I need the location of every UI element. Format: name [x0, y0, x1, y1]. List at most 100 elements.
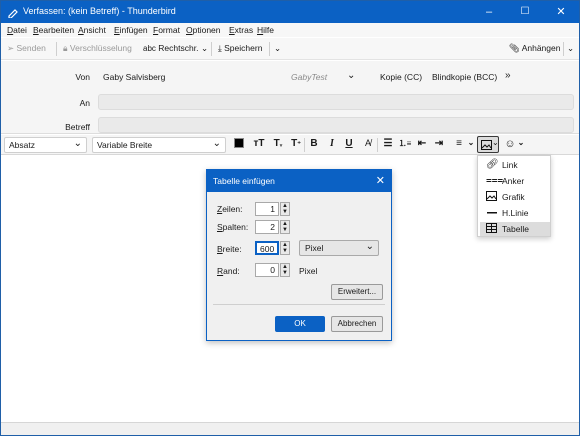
toolbar-divider [304, 138, 305, 152]
save-dropdown[interactable]: ⌄ [274, 43, 281, 54]
send-icon: ➢ [7, 43, 15, 53]
font-select[interactable]: Variable Breite ⌄ [92, 137, 226, 153]
save-button[interactable]: ⤓ Speichern [218, 43, 262, 54]
maximize-button[interactable]: ☐ [507, 1, 543, 23]
status-bar [1, 422, 579, 435]
cc-button[interactable]: Kopie (CC) [380, 72, 422, 82]
address-header: Von Gaby Salvisberg GabyTest ⌄ Kopie (CC… [1, 61, 579, 134]
insert-menu-table[interactable]: Tabelle [480, 222, 550, 236]
text-color-swatch[interactable] [234, 138, 244, 148]
insert-menu-link[interactable]: 🔗︎ Link [480, 158, 550, 172]
rows-input[interactable]: 1 [255, 202, 279, 216]
menu-ansicht[interactable]: Ansicht [78, 25, 106, 35]
chevron-down-icon: ⌄ [274, 43, 282, 53]
rows-stepper[interactable]: ▲ ▼ [280, 202, 290, 216]
menu-optionen[interactable]: Optionen [186, 25, 221, 35]
save-label: Speichern [224, 43, 263, 53]
chevron-down-icon: ⌄ [492, 138, 499, 147]
text-style-icon[interactable]: A̸ [361, 138, 375, 148]
border-unit: Pixel [299, 266, 318, 276]
bcc-button[interactable]: Blindkopie (BCC) [432, 72, 497, 82]
width-stepper[interactable]: ▲ ▼ [280, 241, 290, 255]
chevron-down-icon[interactable]: ⌄ [347, 70, 355, 81]
attach-label: Anhängen [521, 43, 561, 53]
paragraph-select-value: Absatz [9, 140, 35, 150]
insert-menu: 🔗︎ Link ⩶ Anker Grafik H.Linie Tabelle [477, 155, 551, 237]
to-label: An [79, 98, 90, 108]
border-stepper[interactable]: ▲ ▼ [280, 263, 290, 277]
bullet-list-icon[interactable]: ☰ [381, 138, 395, 149]
lock-icon: 🔒︎ [63, 43, 68, 53]
cancel-button[interactable]: Abbrechen [331, 316, 383, 332]
outdent-icon[interactable]: ⇤ [415, 138, 429, 149]
menu-format[interactable]: Format [153, 25, 180, 35]
width-input[interactable]: 600 [255, 241, 279, 255]
insert-menu-anchor-label: Anker [502, 176, 525, 186]
send-button[interactable]: ➢ Senden [7, 43, 46, 54]
minimize-button[interactable]: – [471, 1, 507, 23]
italic-button[interactable]: I [325, 138, 339, 149]
dialog-title: Tabelle einfügen [213, 176, 275, 186]
dialog-divider [213, 304, 385, 305]
close-icon[interactable]: ✕ [376, 174, 385, 187]
font-size-increase-button[interactable]: T⁺ [289, 138, 303, 149]
encryption-button[interactable]: 🔒︎ Verschlüsselung [63, 43, 132, 54]
insert-table-dialog: Tabelle einfügen ✕ Zeilen: 1 ▲ ▼ Spalten:… [206, 169, 392, 341]
to-field[interactable] [98, 94, 574, 110]
chevron-down-icon[interactable]: ⌄ [464, 138, 478, 147]
font-size-decrease-icon[interactable]: тT [252, 138, 266, 149]
more-fields-icon[interactable]: » [505, 70, 511, 81]
send-label: Senden [16, 43, 46, 53]
menu-extras[interactable]: Extras [229, 25, 253, 35]
insert-menu-image-label: Grafik [502, 192, 525, 202]
ok-button[interactable]: OK [275, 316, 325, 332]
spellcheck-icon: abc [143, 44, 156, 53]
toolbar-divider [56, 42, 57, 56]
border-input[interactable]: 0 [255, 263, 279, 277]
cols-label: Spalten: [217, 222, 249, 232]
insert-menu-anchor[interactable]: ⩶ Anker [480, 174, 550, 188]
width-unit-value: Pixel [305, 243, 324, 253]
from-label: Von [75, 72, 90, 82]
menu-einfuegen[interactable]: Einfügen [114, 25, 148, 35]
menu-datei[interactable]: Datei [7, 25, 27, 35]
spelling-button[interactable]: abc Rechtschr. [143, 43, 198, 53]
paragraph-select[interactable]: Absatz ⌄ [4, 137, 87, 153]
chevron-down-icon[interactable]: ⌄ [514, 138, 528, 147]
from-identity[interactable]: GabyTest [291, 72, 327, 82]
compose-toolbar: ➢ Senden 🔒︎ Verschlüsselung abc Rechtsch… [1, 38, 579, 60]
cols-stepper[interactable]: ▲ ▼ [280, 220, 290, 234]
insert-menu-hrule[interactable]: H.Linie [480, 206, 550, 220]
underline-button[interactable]: U [342, 138, 356, 149]
indent-icon[interactable]: ⇥ [432, 138, 446, 149]
spelling-dropdown[interactable]: ⌄ [201, 43, 208, 54]
attach-button[interactable]: 📎︎ Anhängen [509, 43, 560, 54]
insert-menu-image[interactable]: Grafik [480, 190, 550, 204]
cols-input[interactable]: 2 [255, 220, 279, 234]
anchor-icon: ⩶ [486, 175, 504, 186]
font-select-value: Variable Breite [97, 140, 153, 150]
rows-label: Zeilen: [217, 204, 243, 214]
chevron-down-icon: ⌄ [73, 138, 82, 149]
bold-button[interactable]: B [307, 138, 321, 149]
toolbar-divider [211, 42, 212, 56]
advanced-button[interactable]: Erweitert... [331, 284, 383, 300]
spelling-label: Rechtschr. [158, 43, 199, 53]
menu-hilfe[interactable]: Hilfe [257, 25, 274, 35]
numbered-list-icon[interactable]: ⒈≡ [398, 138, 412, 149]
width-unit-select[interactable]: Pixel ⌄ [299, 240, 379, 256]
subject-field[interactable] [98, 117, 574, 133]
from-value[interactable]: Gaby Salvisberg [103, 72, 165, 82]
insert-menu-hrule-label: H.Linie [502, 208, 529, 218]
compose-pencil-icon [8, 9, 18, 18]
attach-dropdown[interactable]: ⌄ [567, 43, 574, 54]
toolbar-divider [377, 138, 378, 152]
download-icon: ⤓ [218, 43, 222, 53]
close-window-button[interactable]: ✕ [543, 1, 579, 23]
link-icon: 🔗︎ [486, 159, 499, 170]
menu-bearbeiten[interactable]: Bearbeiten [33, 25, 74, 35]
font-size-decrease-button[interactable]: Tᵥ [271, 138, 285, 149]
chevron-down-icon: ⌄ [212, 138, 221, 149]
insert-button[interactable]: ⌄ [477, 136, 499, 153]
format-toolbar: Absatz ⌄ Variable Breite ⌄ тT Tᵥ T⁺ B I … [1, 135, 579, 155]
